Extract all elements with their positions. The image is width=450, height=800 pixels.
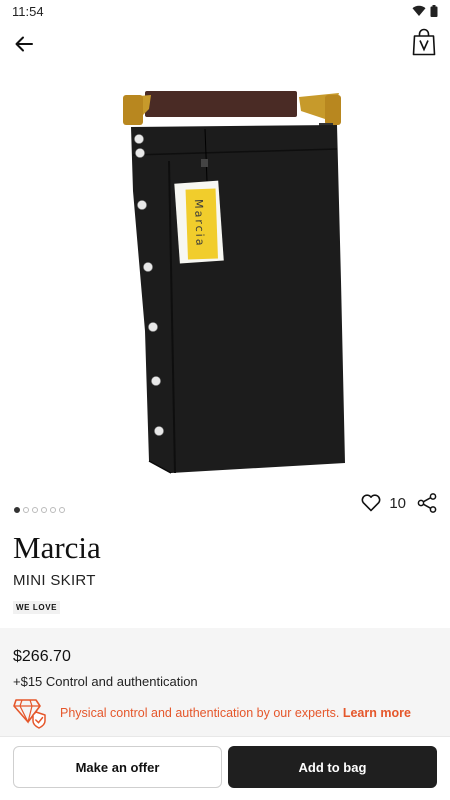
make-offer-button[interactable]: Make an offer <box>13 746 222 788</box>
product-image: Marcia <box>123 91 345 474</box>
gallery-dot[interactable] <box>50 507 56 513</box>
hang-tag-label: Marcia <box>192 199 207 248</box>
share-icon <box>417 493 437 513</box>
shopping-bag-button[interactable] <box>412 28 440 58</box>
bottom-action-bar: Make an offer Add to bag <box>0 736 450 800</box>
top-bar <box>0 26 450 62</box>
product-type: MINI SKIRT <box>13 572 96 589</box>
we-love-badge: WE LOVE <box>13 601 61 614</box>
heart-icon <box>361 494 381 512</box>
like-button[interactable]: 10 <box>361 494 406 512</box>
diamond-shield-icon <box>13 699 46 729</box>
product-price: $266.70 <box>13 648 71 665</box>
gallery-dot[interactable] <box>41 507 47 513</box>
gallery-dot[interactable] <box>23 507 29 513</box>
status-icons <box>412 5 438 17</box>
add-to-bag-button[interactable]: Add to bag <box>228 746 437 788</box>
back-button[interactable] <box>12 32 36 56</box>
product-brand: Marcia <box>13 530 101 565</box>
gallery-pagination[interactable] <box>14 507 65 513</box>
shopping-bag-icon <box>412 28 436 56</box>
authentication-fee: +$15 Control and authentication <box>13 674 198 689</box>
like-count: 10 <box>389 494 406 512</box>
authentication-info: Physical control and authentication by o… <box>12 696 411 730</box>
status-time: 11:54 <box>12 3 44 19</box>
authentication-text: Physical control and authentication by o… <box>60 706 411 720</box>
status-bar: 11:54 <box>0 0 450 22</box>
battery-icon <box>430 5 438 17</box>
actions-row: 10 <box>361 492 438 514</box>
learn-more-link[interactable]: Learn more <box>343 706 411 720</box>
product-image-gallery[interactable]: Marcia <box>0 76 450 486</box>
share-button[interactable] <box>416 492 438 514</box>
wifi-icon <box>412 5 426 17</box>
arrow-left-icon <box>15 36 33 52</box>
authentication-description: Physical control and authentication by o… <box>60 706 340 720</box>
gallery-dot[interactable] <box>32 507 38 513</box>
price-panel: $266.70 +$15 Control and authentication … <box>0 628 450 736</box>
gallery-dot[interactable] <box>14 507 20 513</box>
gallery-dot[interactable] <box>59 507 65 513</box>
